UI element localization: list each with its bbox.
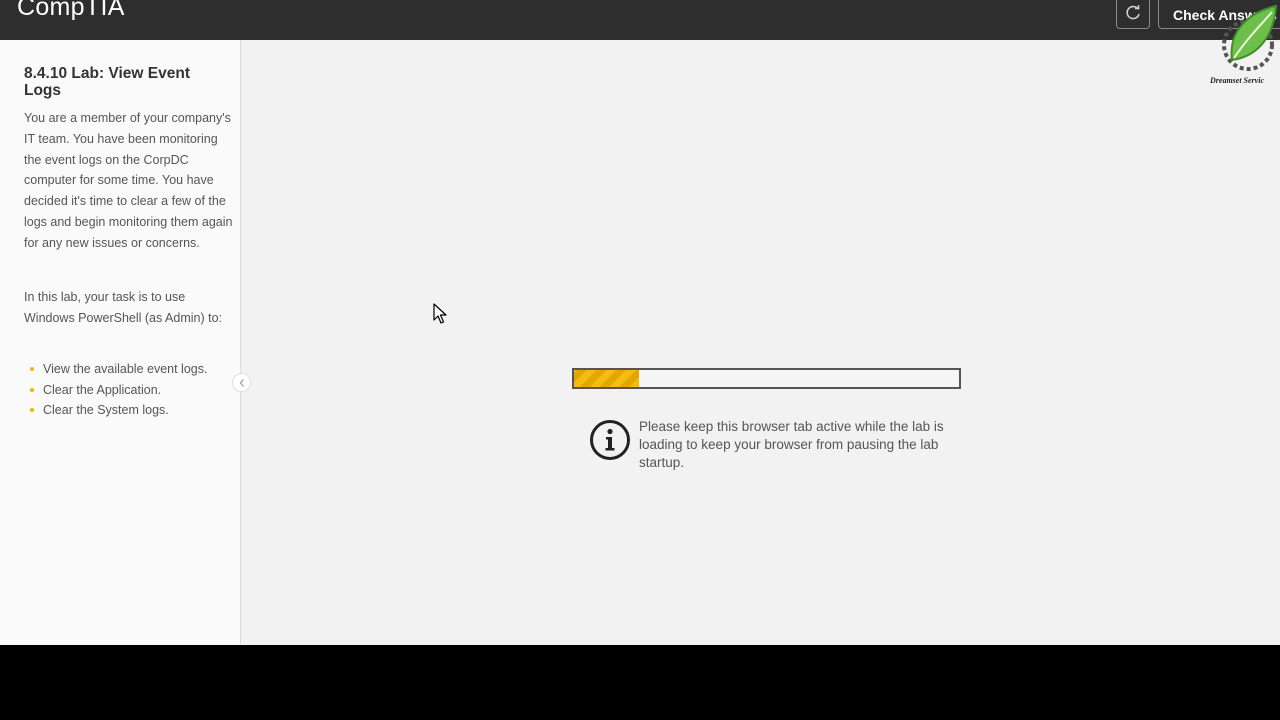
task-item: Clear the Application.: [30, 380, 207, 401]
bullet-icon: [30, 387, 34, 392]
task-item-label: View the available event logs.: [43, 362, 208, 376]
loading-notice: Please keep this browser tab active whil…: [639, 419, 944, 470]
mouse-cursor-icon: [433, 303, 447, 324]
task-list: View the available event logs. Clear the…: [30, 359, 207, 421]
progress-fill: [574, 370, 640, 387]
refresh-button[interactable]: [1116, 0, 1150, 29]
task-item-label: Clear the System logs.: [43, 403, 169, 418]
lab-description: You are a member of your company's IT te…: [24, 111, 233, 250]
top-header: CompTIA Check Answers: [0, 0, 1280, 40]
instructions-sidebar: 8.4.10 Lab: View Event Logs You are a me…: [0, 40, 251, 645]
bullet-icon: [30, 367, 34, 371]
watermark-logo-icon: [1222, 4, 1278, 71]
bullet-icon: [30, 408, 34, 413]
lab-title: 8.4.10 Lab: View Event Logs: [24, 65, 190, 99]
loading-progress-bar: [572, 368, 961, 389]
watermark-text: Dreamset Servic: [1210, 76, 1264, 85]
task-item-label: Clear the Application.: [43, 382, 162, 397]
info-icon: [590, 420, 630, 460]
letterbox-bar: [0, 645, 1280, 720]
comptia-logo: CompTIA: [17, 0, 125, 21]
refresh-icon: [1126, 4, 1140, 19]
task-item: Clear the System logs.: [30, 400, 207, 421]
task-item: View the available event logs.: [30, 359, 207, 380]
app-window: CompTIA Check Answers 8.4.10 Lab: View E…: [0, 0, 1280, 645]
task-intro: In this lab, your task is to use Windows…: [24, 290, 222, 325]
lab-loading-area: Please keep this browser tab active whil…: [242, 40, 1280, 645]
